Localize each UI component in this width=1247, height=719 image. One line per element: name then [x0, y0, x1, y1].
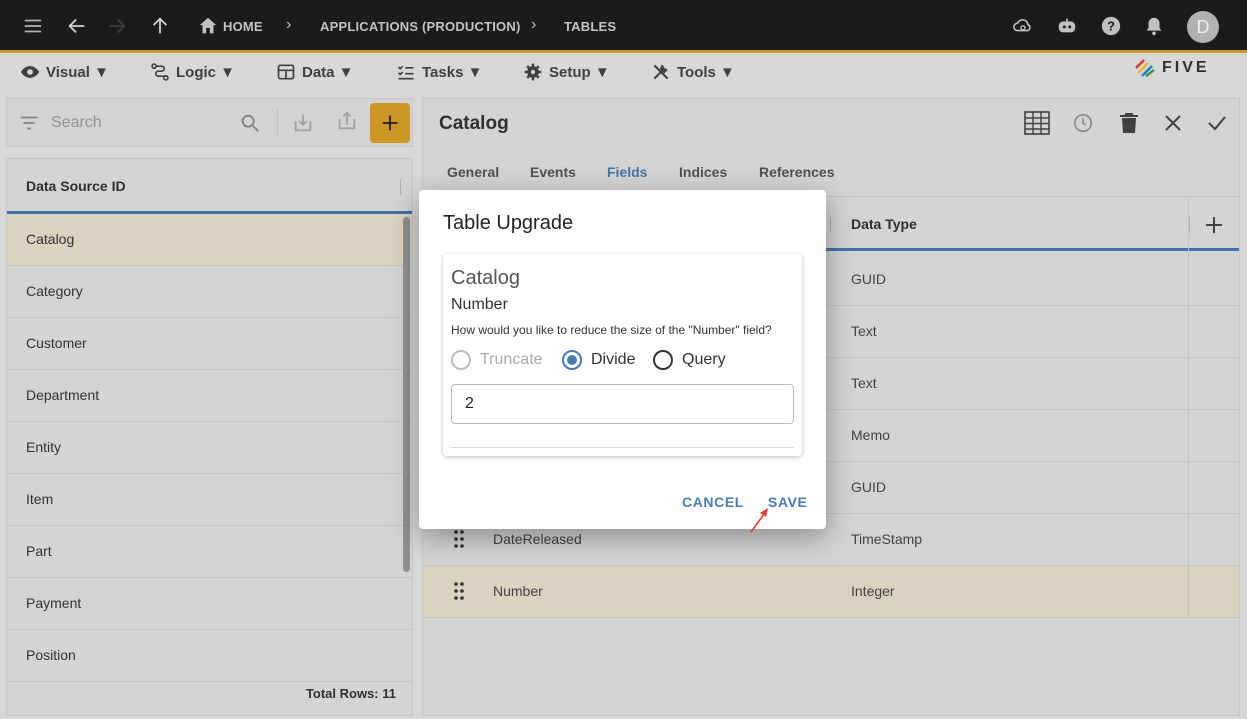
cancel-button[interactable]: CANCEL — [682, 494, 744, 510]
reduce-question: How would you like to reduce the size of… — [451, 323, 772, 337]
radio-truncate-label: Truncate — [480, 351, 543, 368]
upgrade-card: Catalog Number How would you like to red… — [443, 254, 802, 456]
radio-query[interactable]: Query — [653, 350, 726, 370]
field-name-label: Number — [451, 296, 508, 313]
radio-truncate[interactable]: Truncate — [451, 350, 543, 370]
dialog-title: Table Upgrade — [443, 212, 574, 234]
radio-query-label: Query — [682, 351, 726, 368]
radio-circle — [653, 350, 673, 370]
card-title: Catalog — [451, 267, 520, 289]
table-upgrade-dialog: Table Upgrade Catalog Number How would y… — [419, 190, 826, 529]
divisor-input[interactable]: 2 — [451, 384, 794, 424]
card-divider — [451, 447, 794, 448]
radio-circle — [451, 350, 471, 370]
radio-divide[interactable]: Divide — [562, 350, 635, 370]
radio-circle — [562, 350, 582, 370]
pointer-arrow-icon — [750, 508, 768, 533]
radio-divide-label: Divide — [591, 351, 636, 368]
save-button[interactable]: SAVE — [768, 494, 808, 510]
